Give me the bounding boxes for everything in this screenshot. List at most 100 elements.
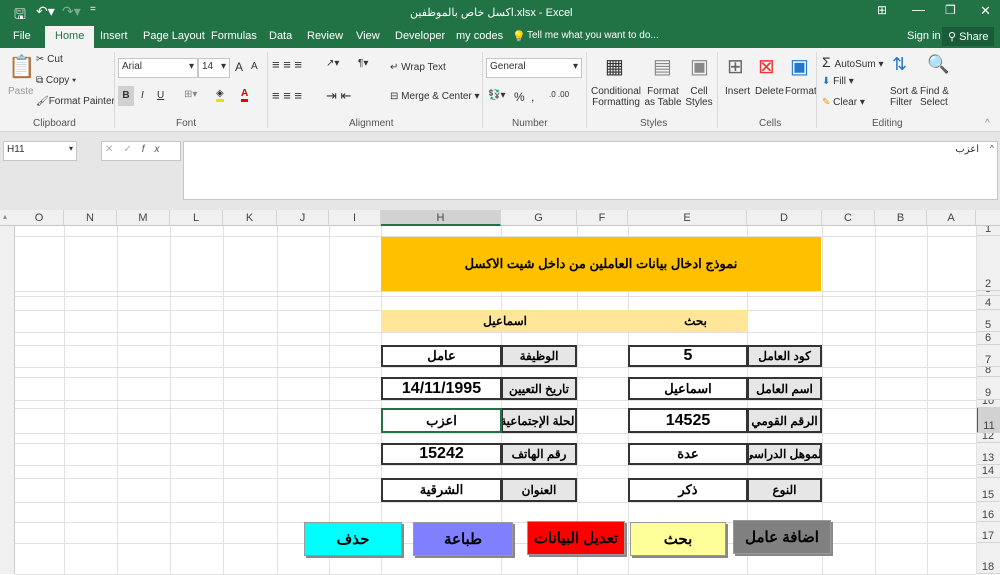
italic-button[interactable]: I	[141, 90, 144, 101]
row-header-6[interactable]: 6	[976, 332, 1000, 345]
field-value[interactable]: عدة	[628, 443, 748, 465]
indent-icon[interactable]: ⇥ ⇤	[326, 88, 351, 104]
select-all-corner-icon[interactable]: ▴	[3, 212, 7, 221]
column-header-I[interactable]: I	[329, 210, 381, 226]
comma-button[interactable]: ,	[531, 90, 534, 104]
align-top-icon[interactable]: ≡ ≡ ≡	[272, 57, 302, 72]
row-header-10[interactable]: 10	[976, 400, 1000, 408]
delete-button[interactable]: حذف	[304, 522, 402, 556]
font-color-button[interactable]: A	[241, 88, 249, 102]
column-header-J[interactable]: J	[277, 210, 329, 226]
decimal-icon[interactable]: .0 .00	[549, 90, 569, 99]
customize-icon[interactable]: =	[90, 4, 96, 15]
cut-button[interactable]: ✂ Cut	[36, 54, 63, 65]
fill-button[interactable]: ⬇ Fill ▾	[822, 76, 854, 87]
grow-font-button[interactable]: A	[235, 60, 243, 74]
wrap-text-button[interactable]: ↵ Wrap Text	[390, 62, 446, 73]
column-header-A[interactable]: A	[927, 210, 976, 226]
row-header-15[interactable]: 15	[976, 478, 1000, 502]
field-value[interactable]: 5	[628, 345, 748, 367]
autosum-button[interactable]: Σ AutoSum ▾	[822, 54, 884, 70]
column-header-L[interactable]: L	[170, 210, 223, 226]
tab-insert[interactable]: Insert	[100, 30, 128, 42]
row-header-16[interactable]: 16	[976, 502, 1000, 522]
row-header-18[interactable]: 18	[976, 543, 1000, 574]
tab-review[interactable]: Review	[307, 30, 343, 42]
tab-developer[interactable]: Developer	[395, 30, 445, 42]
row-header-11[interactable]: 11	[976, 408, 1000, 433]
find-select-button[interactable]: Find & Select	[920, 86, 952, 108]
tab-home[interactable]: Home	[45, 26, 95, 48]
share-button[interactable]: ⚲ Share	[942, 27, 995, 46]
row-header-4[interactable]: 4	[976, 296, 1000, 310]
sign-in-link[interactable]: Sign in	[907, 30, 941, 42]
column-header-F[interactable]: F	[577, 210, 628, 226]
redo-icon[interactable]: ↷▾	[62, 3, 81, 20]
merge-center-button[interactable]: ⊟ Merge & Center ▾	[390, 91, 480, 102]
minimize-icon[interactable]: —	[912, 2, 925, 17]
column-header-H[interactable]: H	[381, 210, 501, 226]
shrink-font-button[interactable]: A	[251, 61, 258, 72]
vertical-scrollbar[interactable]	[0, 226, 15, 574]
delete-cells-button[interactable]: Delete	[755, 86, 784, 97]
tab-view[interactable]: View	[356, 30, 380, 42]
column-header-M[interactable]: M	[117, 210, 170, 226]
percent-button[interactable]: %	[514, 90, 525, 104]
field-value[interactable]: 15242	[381, 443, 502, 465]
paste-button[interactable]: Paste	[8, 86, 34, 97]
close-icon[interactable]: ✕	[980, 3, 991, 19]
row-header-17[interactable]: 17	[976, 522, 1000, 543]
expand-formula-icon[interactable]: ^	[990, 144, 994, 153]
column-header-N[interactable]: N	[64, 210, 117, 226]
collapse-ribbon-icon[interactable]: ^	[985, 118, 990, 129]
currency-icon[interactable]: 💱▾	[488, 90, 505, 101]
row-header-5[interactable]: 5	[976, 310, 1000, 332]
copy-button[interactable]: ⧉ Copy ▾	[36, 75, 76, 86]
fill-color-icon[interactable]: ◈	[216, 88, 224, 102]
cancel-icon[interactable]: ✕	[105, 144, 123, 155]
insert-cells-button[interactable]: Insert	[725, 86, 750, 97]
name-box[interactable]: H11 ▾	[3, 141, 77, 161]
search-value[interactable]: اسماعيل	[483, 314, 527, 328]
column-header-K[interactable]: K	[223, 210, 277, 226]
row-header-2[interactable]: 2	[976, 236, 1000, 291]
save-icon[interactable]: 🖫	[14, 4, 26, 28]
search-button[interactable]: بحث	[630, 522, 726, 556]
bold-button[interactable]: B	[118, 86, 134, 106]
insert-function-icon[interactable]: fx	[142, 144, 170, 155]
format-as-table-button[interactable]: Format as Table	[642, 86, 684, 108]
field-value[interactable]: 14525	[628, 408, 748, 433]
column-header-G[interactable]: G	[501, 210, 577, 226]
tab-formulas[interactable]: Formulas	[211, 30, 257, 42]
row-header-9[interactable]: 9	[976, 377, 1000, 400]
add-employee-button[interactable]: اضافة عامل	[733, 520, 831, 554]
enter-icon[interactable]: ✓	[123, 144, 141, 155]
formula-input[interactable]: اعزب	[183, 141, 998, 200]
print-button[interactable]: طباعة	[413, 522, 513, 556]
row-header-1[interactable]: 1	[976, 226, 1000, 236]
row-header-8[interactable]: 8	[976, 367, 1000, 377]
align-center-icon[interactable]: ≡ ≡ ≡	[272, 88, 302, 103]
clear-button[interactable]: ✎ Clear ▾	[822, 97, 865, 108]
format-painter-button[interactable]: 🖌Format Painter	[36, 96, 115, 107]
font-name-select[interactable]: Arial ▾	[118, 58, 198, 78]
undo-icon[interactable]: ↶▾	[36, 3, 55, 20]
field-value[interactable]: عامل	[381, 345, 502, 367]
field-value[interactable]: 14/11/1995	[381, 377, 502, 400]
field-value[interactable]: اسماعيل	[628, 377, 748, 400]
selected-cell-H11[interactable]: اعزب	[381, 408, 502, 433]
column-header-D[interactable]: D	[747, 210, 822, 226]
row-header-12[interactable]: 12	[976, 433, 1000, 443]
tab-data[interactable]: Data	[269, 30, 292, 42]
conditional-formatting-button[interactable]: Conditional Formatting	[590, 86, 642, 108]
edit-data-button[interactable]: تعديل البيانات	[527, 521, 625, 555]
text-direction-icon[interactable]: ¶▾	[358, 58, 368, 69]
format-cells-button[interactable]: Format	[785, 86, 817, 97]
column-header-B[interactable]: B	[875, 210, 927, 226]
tell-me-input[interactable]: Tell me what you want to do...	[527, 30, 659, 41]
column-header-E[interactable]: E	[628, 210, 747, 226]
field-value[interactable]: الشرقية	[381, 478, 502, 502]
tab-page-layout[interactable]: Page Layout	[143, 30, 205, 42]
cell-styles-button[interactable]: Cell Styles	[684, 86, 714, 108]
tab-my-codes[interactable]: my codes	[456, 30, 503, 42]
